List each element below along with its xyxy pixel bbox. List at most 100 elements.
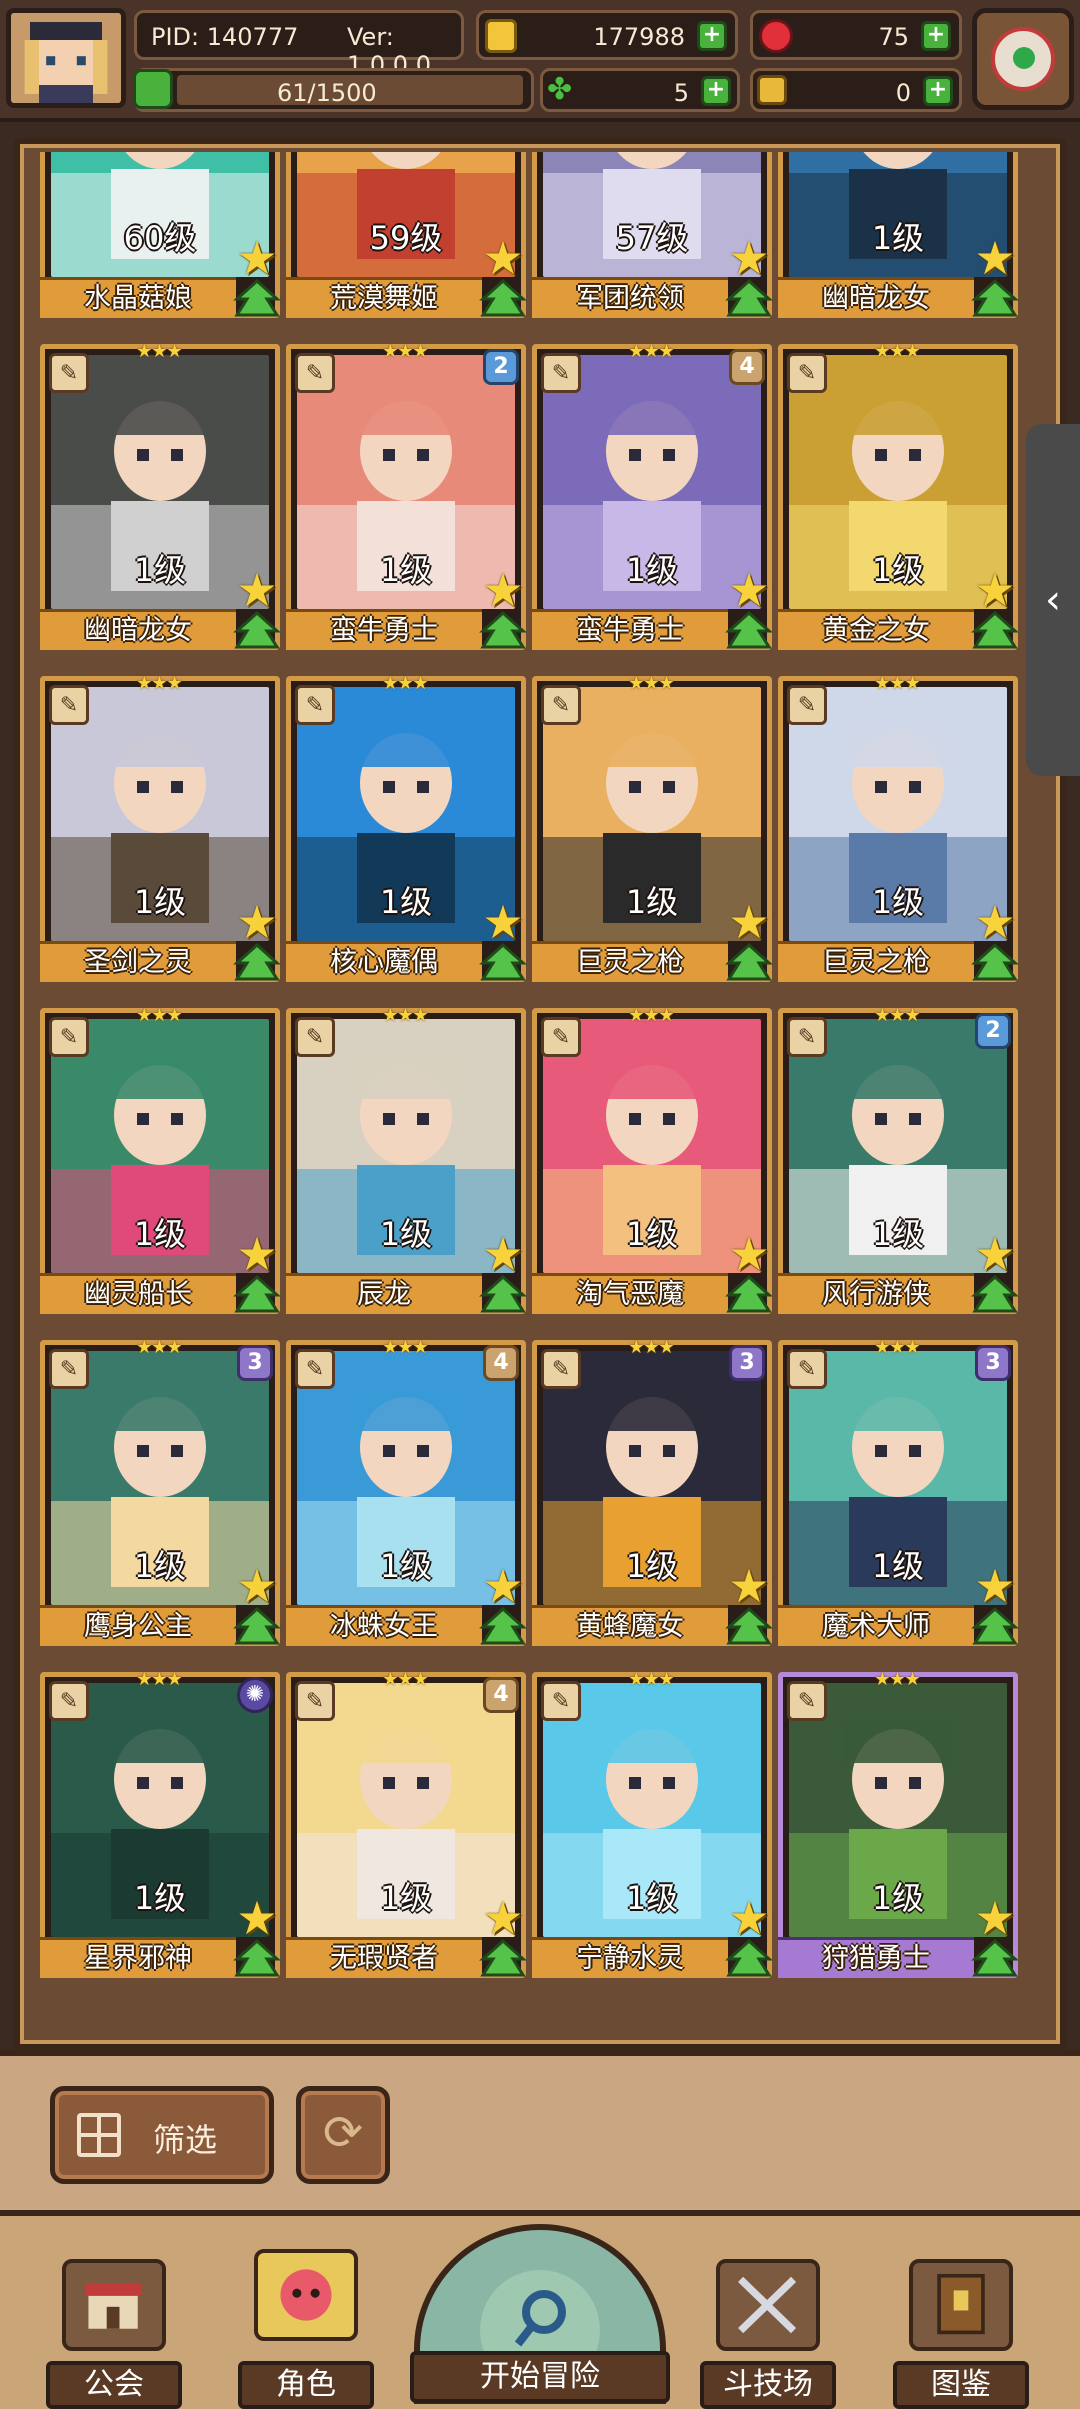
filter-button[interactable]: 筛选 [50,2086,274,2184]
star-rating-icon: ★★★ [628,1005,674,1026]
character-card[interactable]: ★★★ ✎ 2 1级 风行游侠 ★ [778,1005,1019,1315]
star-rating-icon: ★★★ [874,1669,920,1690]
character-card[interactable]: ★★★ ✎ 1级 黄金之女 ★ [778,341,1019,651]
rank-badge: 4 [483,1677,519,1713]
pid-version-panel: PID: 140777 Ver: 1.0.0.0 [134,10,464,79]
character-card[interactable]: ★★★ ✎ 1级 淘气恶魔 ★ [532,1005,773,1314]
character-card[interactable]: ★★★ ✎ 4 1级 蛮牛勇士 ★ [532,341,773,650]
level-up-arrow-icon [971,610,1019,651]
clover-counter: ✤ 5 + [540,68,740,112]
side-drawer-handle[interactable]: ‹ [1026,424,1080,776]
codex-book-icon [909,2259,1013,2351]
nav-arena[interactable]: 斗技场 [700,2259,836,2409]
star-rating-icon: ★★★ [382,1005,428,1026]
gem-counter: 75 + [750,10,962,60]
clover-add-button[interactable]: + [701,76,731,106]
level-up-arrow-icon [479,942,527,983]
character-card[interactable]: ★★★✎60级水晶菇娘★ [40,152,281,318]
character-card[interactable]: ★★★✎1级幽暗龙女★ [778,152,1019,318]
character-name: 巨灵之枪 [532,941,728,982]
nav-role[interactable]: 角色 [238,2249,374,2409]
character-card[interactable]: ★★★ ✎ 1级 核心魔偶 ★ [286,673,527,983]
star-upgrade-icon: ★ [236,231,278,285]
level-up-arrow-icon [233,942,281,983]
character-name: 蛮牛勇士 [532,609,728,650]
clover-amount: 5 [673,79,689,107]
class-feather-icon: ✎ [295,1349,335,1389]
character-card[interactable]: ★★★ ✎ 3 1级 魔术大师 ★ [778,1337,1019,1646]
character-card[interactable]: ★★★ ✎ 1级 巨灵之枪 ★ [778,673,1019,982]
star-rating-icon: ★★★ [136,673,182,694]
level-up-arrow-icon [725,1606,773,1647]
player-avatar[interactable] [6,8,126,108]
star-upgrade-icon: ★ [482,231,524,285]
character-card[interactable]: ★★★ ✎ 3 1级 黄蜂魔女 ★ [532,1337,773,1647]
class-feather-icon: ✎ [295,1681,335,1721]
role-face-icon [254,2249,358,2341]
star-upgrade-icon: ★ [728,1227,770,1281]
nav-arena-label: 斗技场 [700,2361,836,2409]
character-card[interactable]: ★★★ ✎ 2 1级 蛮牛勇士 ★ [286,341,527,650]
character-name: 幽暗龙女 [40,609,236,650]
character-card[interactable]: ★★★✎57级军团统领★ [532,152,773,318]
character-card[interactable]: ★★★ ✎ 1级 辰龙 ★ [286,1005,527,1315]
star-upgrade-icon: ★ [974,231,1016,285]
level-up-arrow-icon [971,1274,1019,1315]
character-name: 无瑕贤者 [286,1937,482,1978]
pid-text: PID: 140777 [151,23,299,51]
class-feather-icon: ✎ [295,353,335,393]
rank-badge: ✺ [237,1677,273,1713]
star-rating-icon: ★★★ [136,1337,182,1358]
character-card[interactable]: ★★★ ✎ 1级 宁静水灵 ★ [532,1669,773,1979]
gold-add-button[interactable]: + [697,21,727,51]
filter-bar: 筛选 ⟳ [0,2050,1080,2216]
level-up-arrow-icon [479,1274,527,1315]
nav-role-label: 角色 [238,2361,374,2409]
gold-amount: 177988 [593,23,685,51]
class-feather-icon: ✎ [787,1681,827,1721]
class-feather-icon: ✎ [787,685,827,725]
character-name: 辰龙 [286,1273,482,1314]
star-upgrade-icon: ★ [482,1891,524,1945]
class-feather-icon: ✎ [295,1017,335,1057]
character-name: 魔术大师 [778,1605,974,1646]
settings-button[interactable] [972,8,1074,110]
energy-icon [133,69,173,109]
star-rating-icon: ★★★ [874,673,920,694]
class-feather-icon: ✎ [541,1681,581,1721]
character-card[interactable]: ★★★ ✎ 1级 巨灵之枪 ★ [532,673,773,982]
character-name: 淘气恶魔 [532,1273,728,1314]
character-card[interactable]: ★★★ ✎ 1级 圣剑之灵 ★ [40,673,281,983]
character-name: 军团统领 [532,277,728,318]
character-card[interactable]: ★★★ ✎ 4 1级 冰蛛女王 ★ [286,1337,527,1646]
star-upgrade-icon: ★ [482,1227,524,1281]
character-card[interactable]: ★★★ ✎ 1级 幽灵船长 ★ [40,1005,281,1315]
character-card[interactable]: ★★★ ✎ 4 1级 无瑕贤者 ★ [286,1669,527,1978]
character-card[interactable]: ★★★✎59级荒漠舞姬★ [286,152,527,318]
refresh-button[interactable]: ⟳ [296,2086,390,2184]
nav-codex[interactable]: 图鉴 [893,2259,1029,2409]
star-rating-icon: ★★★ [136,1005,182,1026]
start-adventure-label: 开始冒险 [410,2351,670,2403]
character-card[interactable]: ★★★ ✎ ✺ 1级 星界邪神 ★ [40,1669,281,1978]
nav-codex-label: 图鉴 [893,2361,1029,2409]
character-card[interactable]: ★★★✎1级幽暗龙女★ [40,341,281,650]
level-up-arrow-icon [725,1938,773,1979]
class-feather-icon: ✎ [541,685,581,725]
clover-icon: ✤ [547,72,573,107]
nav-guild[interactable]: 公会 [46,2259,182,2409]
rank-badge: 3 [237,1345,273,1381]
character-grid[interactable]: ★★★✎60级水晶菇娘★★★★✎59级荒漠舞姬★★★★✎57级军团统领★★★★✎… [40,152,1040,2050]
character-name: 黄蜂魔女 [532,1605,728,1646]
star-upgrade-icon: ★ [974,1559,1016,1613]
level-up-arrow-icon [233,1274,281,1315]
character-card[interactable]: ★★★ ✎ 3 1级 鹰身公主 ★ [40,1337,281,1646]
gem-add-button[interactable]: + [921,21,951,51]
star-rating-icon: ★★★ [628,1337,674,1358]
class-feather-icon: ✎ [787,353,827,393]
item-add-button[interactable]: + [923,76,953,106]
star-rating-icon: ★★★ [628,673,674,694]
character-name: 幽暗龙女 [778,277,974,318]
character-card[interactable]: ★★★ ✎ 1级 狩猎勇士 ★ [778,1669,1019,1978]
start-adventure-button[interactable]: 开始冒险 [410,2224,670,2404]
